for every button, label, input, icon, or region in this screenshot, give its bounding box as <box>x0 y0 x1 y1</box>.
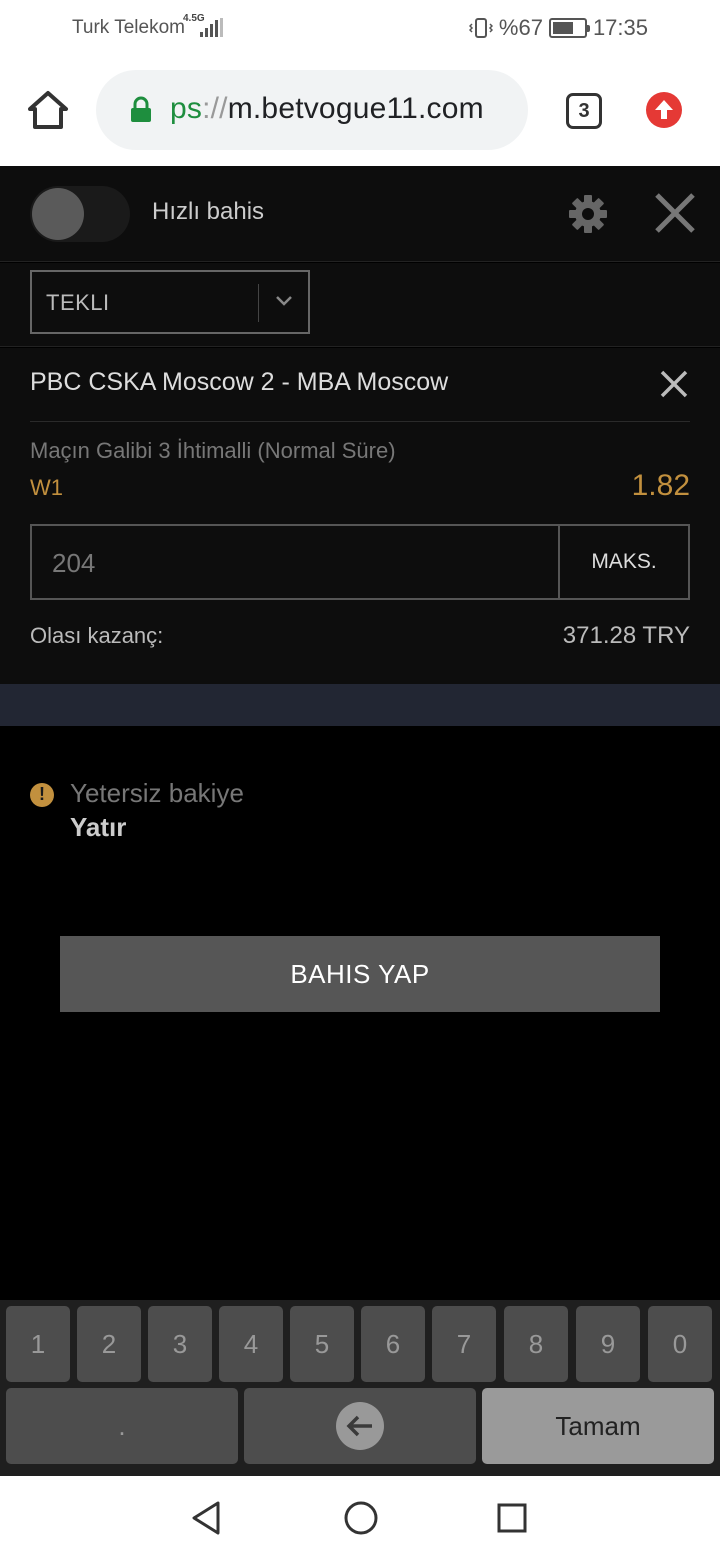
url-separator: :// <box>202 92 228 125</box>
update-arrow-icon <box>655 100 673 119</box>
stake-amount: 204 <box>52 548 96 578</box>
battery-percent: %67 <box>498 15 543 40</box>
divider <box>30 421 690 422</box>
quick-bet-toggle[interactable] <box>30 186 130 242</box>
key-6[interactable]: 6 <box>361 1306 425 1382</box>
status-bar: Turk Telekom 4.5G %67 17:35 <box>0 0 720 56</box>
clock: 17:35 <box>592 15 648 40</box>
key-decimal[interactable]: . <box>6 1388 238 1464</box>
key-4[interactable]: 4 <box>219 1306 283 1382</box>
tab-switcher-icon[interactable]: 3 <box>566 93 602 129</box>
warning-icon: ! <box>30 783 54 807</box>
carrier-name: Turk Telekom <box>72 17 185 38</box>
system-nav-bar <box>0 1476 720 1560</box>
key-1[interactable]: 1 <box>6 1306 70 1382</box>
odds-value: 1.82 <box>631 469 690 502</box>
event-title: PBC CSKA Moscow 2 - MBA Moscow <box>30 368 449 396</box>
battery-icon <box>548 18 590 38</box>
key-9[interactable]: 9 <box>576 1306 640 1382</box>
key-8[interactable]: 8 <box>504 1306 568 1382</box>
deposit-link[interactable]: Yatır <box>70 812 126 843</box>
home-icon[interactable] <box>26 90 70 130</box>
browser-toolbar: ps://m.betvogue11.com 3 <box>0 56 720 166</box>
section-divider-band <box>0 684 720 726</box>
key-0[interactable]: 0 <box>648 1306 712 1382</box>
key-3[interactable]: 3 <box>148 1306 212 1382</box>
vibrate-icon <box>468 18 493 38</box>
remove-bet-close-icon[interactable] <box>658 368 690 400</box>
recents-square-icon[interactable] <box>496 1502 528 1534</box>
signal-icon <box>200 18 223 37</box>
key-7[interactable]: 7 <box>432 1306 496 1382</box>
warning-text: Yetersiz bakiye <box>70 778 244 808</box>
numeric-keypad: 1 2 3 4 5 6 7 8 9 0 . Tamam <box>0 1300 720 1476</box>
potential-win-value: 371.28 TRY <box>562 622 690 649</box>
home-circle-icon[interactable] <box>343 1500 379 1536</box>
bet-type-select[interactable]: TEKLI <box>30 270 310 334</box>
stake-field[interactable]: 204 MAKS. <box>30 524 690 600</box>
place-bet-button[interactable]: BAHIS YAP <box>60 936 660 1012</box>
close-icon[interactable] <box>652 190 698 236</box>
key-backspace[interactable] <box>244 1388 476 1464</box>
slip-header: Hızlı bahis <box>0 166 720 262</box>
quick-bet-label: Hızlı bahis <box>152 198 265 225</box>
key-2[interactable]: 2 <box>77 1306 141 1382</box>
done-button[interactable]: Tamam <box>482 1388 714 1464</box>
select-divider <box>258 284 259 322</box>
url-bar[interactable]: ps://m.betvogue11.com <box>96 70 528 150</box>
url-scheme: ps <box>170 92 203 125</box>
market-name: Maçın Galibi 3 İhtimalli (Normal Süre) <box>30 438 396 463</box>
selection-name: W1 <box>30 475 63 500</box>
back-triangle-icon[interactable] <box>190 1500 222 1536</box>
bet-card: PBC CSKA Moscow 2 - MBA Moscow Maçın Gal… <box>0 348 720 684</box>
toggle-knob <box>32 188 84 240</box>
url-text: ps://m.betvogue11.com <box>170 92 484 126</box>
chevron-down-icon <box>276 296 292 306</box>
update-icon[interactable] <box>646 92 682 128</box>
key-5[interactable]: 5 <box>290 1306 354 1382</box>
potential-win-label: Olası kazanç: <box>30 623 164 648</box>
lock-icon <box>131 96 151 122</box>
gear-icon[interactable] <box>566 192 610 236</box>
backspace-icon <box>336 1402 384 1450</box>
max-stake-button[interactable]: MAKS. <box>558 526 688 598</box>
status-right: %67 17:35 <box>468 15 648 41</box>
bet-type-bar: TEKLI <box>0 263 720 347</box>
bet-type-value: TEKLI <box>46 290 110 315</box>
url-host: m.betvogue11.com <box>227 92 484 125</box>
